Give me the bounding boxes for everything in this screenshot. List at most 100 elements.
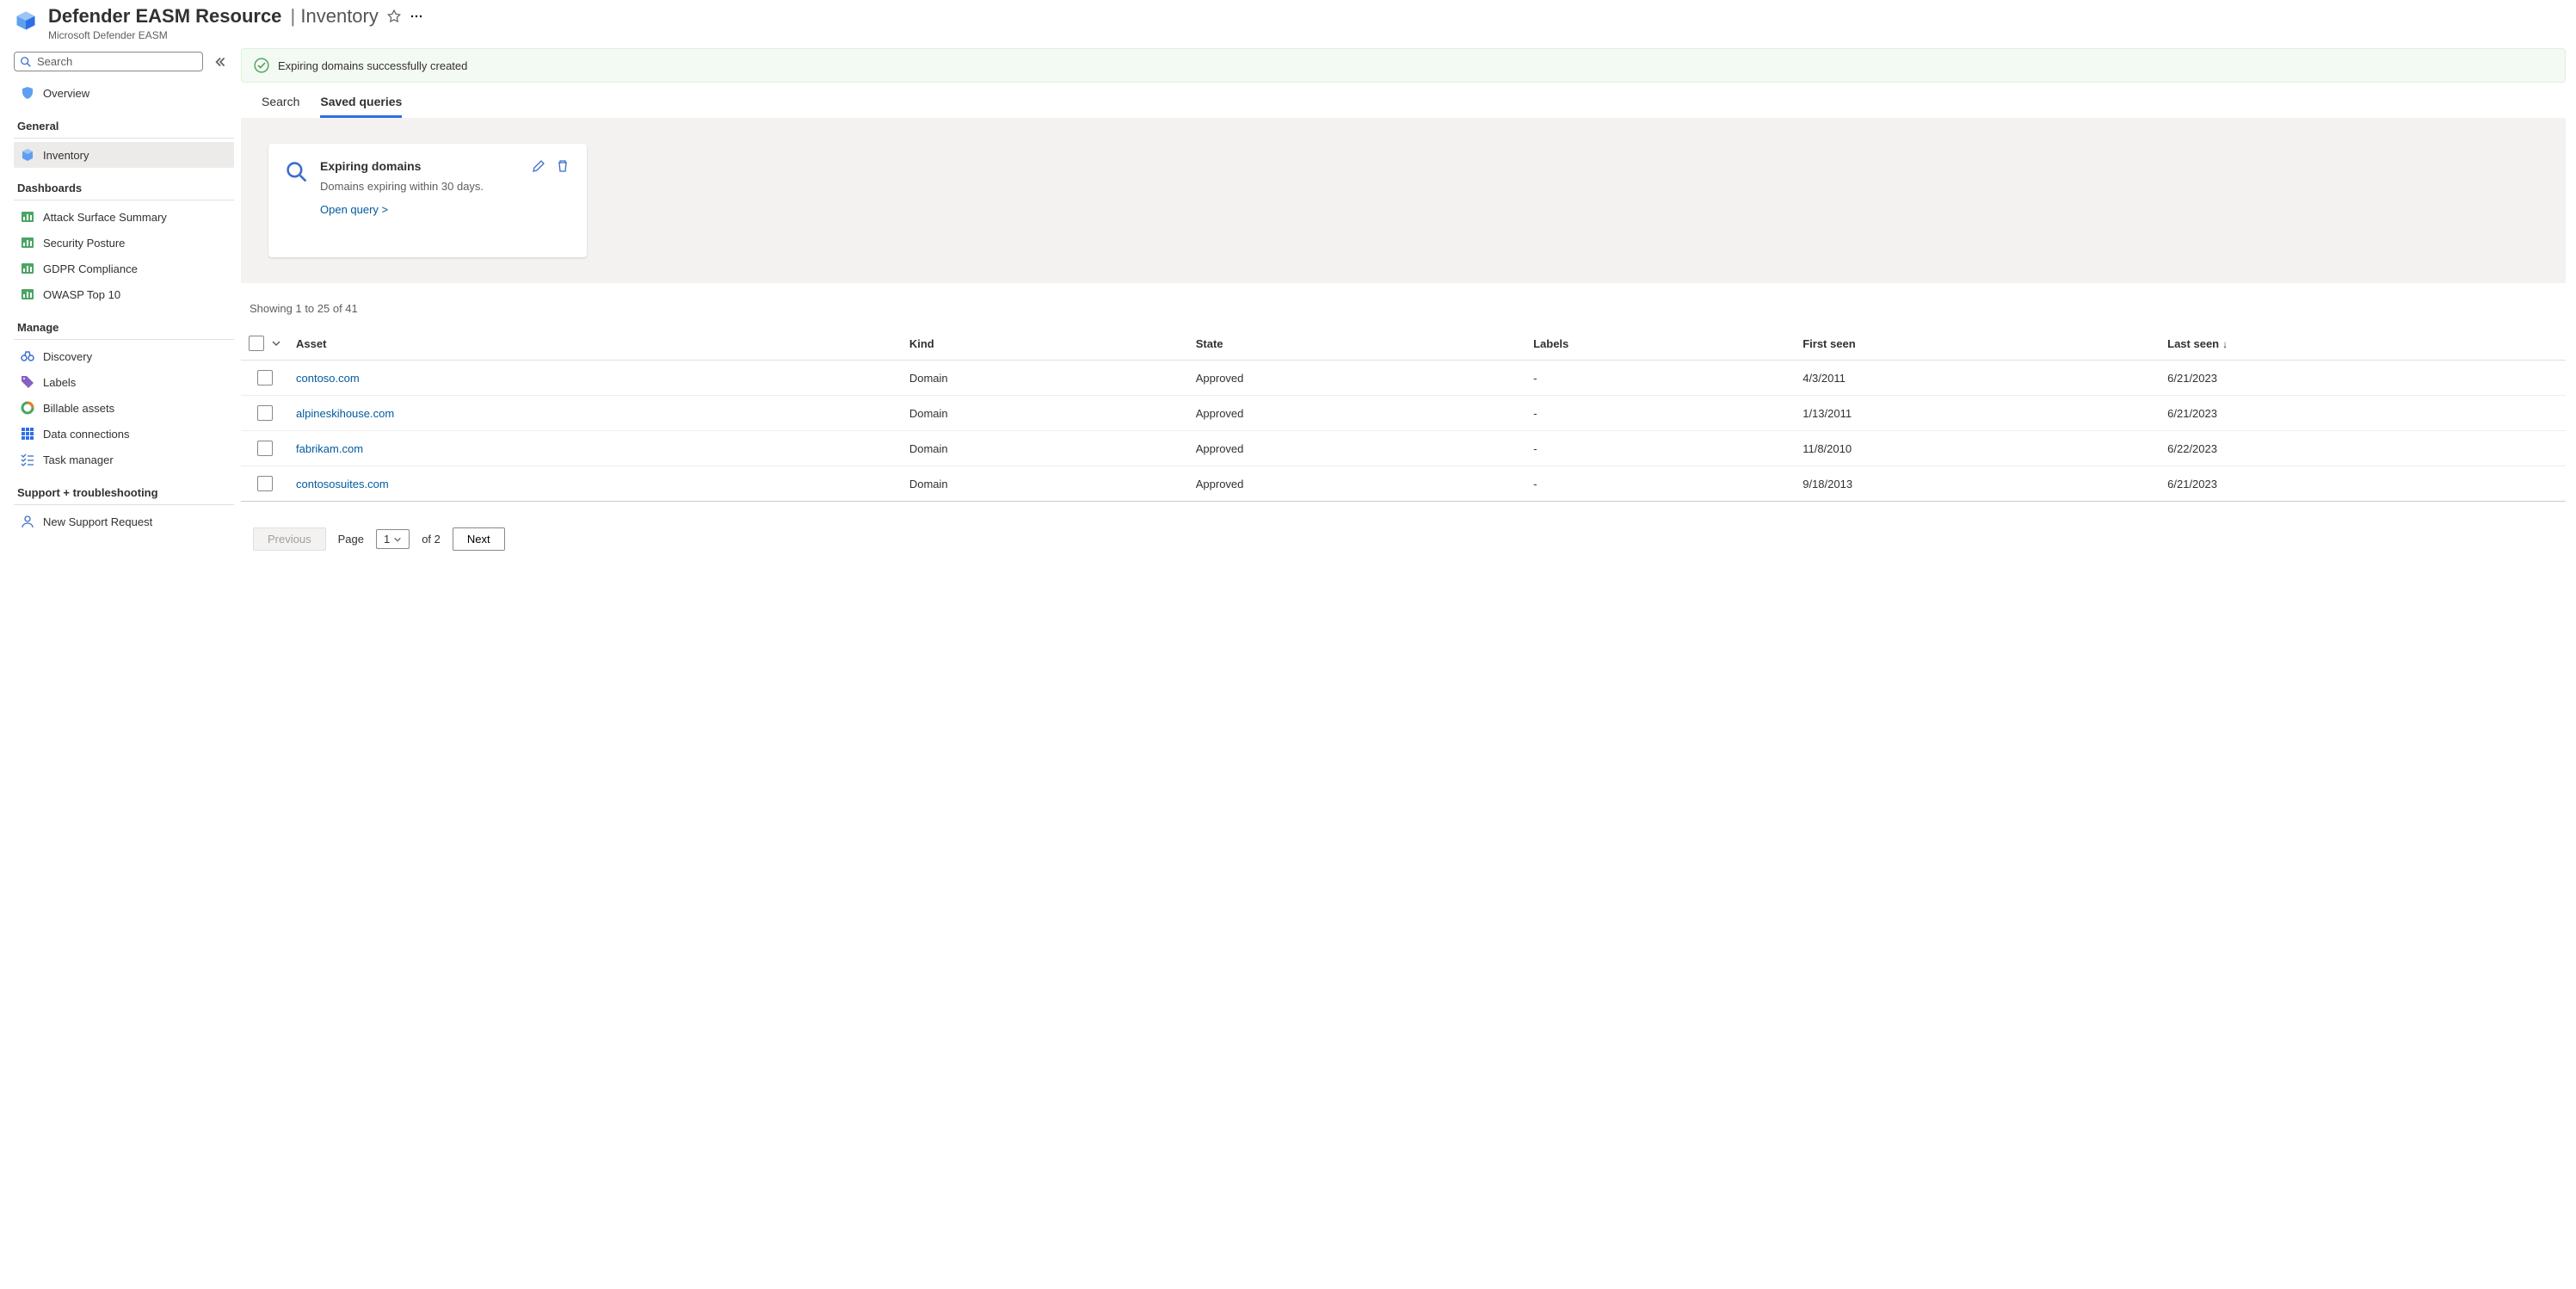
col-kind[interactable]: Kind (903, 327, 1189, 361)
row-checkbox[interactable] (257, 476, 273, 491)
sidebar-item-discovery[interactable]: Discovery (14, 343, 234, 369)
page-label: Page (338, 533, 364, 546)
page-select[interactable]: 1 (376, 529, 410, 549)
asset-link[interactable]: contososuites.com (296, 478, 389, 490)
chevron-down-icon[interactable] (271, 338, 281, 348)
col-asset[interactable]: Asset (289, 327, 903, 361)
search-icon (286, 161, 308, 183)
page-section: Inventory (300, 5, 379, 27)
saved-queries-panel: Expiring domains Domains expiring within… (241, 118, 2566, 283)
nav-label: Attack Surface Summary (43, 211, 167, 224)
nav-label: OWASP Top 10 (43, 288, 120, 301)
sidebar-item-overview[interactable]: Overview (14, 80, 234, 106)
sidebar: Overview General Inventory Dashboards At… (0, 48, 241, 577)
collapse-sidebar-icon[interactable] (212, 54, 227, 70)
list-check-icon (21, 453, 34, 466)
cell-last-seen: 6/22/2023 (2160, 431, 2566, 466)
nav-label: Inventory (43, 149, 89, 162)
tag-icon (21, 375, 34, 389)
nav-label: Labels (43, 376, 76, 389)
pager: Previous Page 1 of 2 Next (241, 502, 2566, 551)
nav-label: Billable assets (43, 402, 114, 415)
sidebar-item-attack-surface[interactable]: Attack Surface Summary (14, 204, 234, 230)
resource-subtitle: Microsoft Defender EASM (48, 29, 423, 41)
edit-pencil-icon[interactable] (532, 159, 545, 173)
cell-last-seen: 6/21/2023 (2160, 466, 2566, 502)
card-title: Expiring domains (320, 159, 421, 173)
col-labels[interactable]: Labels (1526, 327, 1796, 361)
shield-icon (21, 86, 34, 100)
row-checkbox[interactable] (257, 405, 273, 421)
chevron-down-icon (393, 535, 402, 544)
row-checkbox[interactable] (257, 441, 273, 456)
previous-button[interactable]: Previous (253, 527, 326, 551)
table-row: fabrikam.comDomainApproved-11/8/20106/22… (241, 431, 2566, 466)
cell-state: Approved (1189, 431, 1526, 466)
sidebar-item-gdpr[interactable]: GDPR Compliance (14, 256, 234, 281)
query-card-expiring-domains: Expiring domains Domains expiring within… (268, 144, 587, 257)
nav-label: New Support Request (43, 515, 152, 528)
nav-section-support: Support + troubleshooting (14, 478, 234, 505)
success-banner: Expiring domains successfully created (241, 48, 2566, 83)
chart-icon (21, 210, 34, 224)
tab-saved-queries[interactable]: Saved queries (320, 95, 402, 118)
cell-labels: - (1526, 396, 1796, 431)
sidebar-item-owasp[interactable]: OWASP Top 10 (14, 281, 234, 307)
sidebar-search-input[interactable] (37, 55, 197, 68)
delete-trash-icon[interactable] (556, 159, 570, 173)
sidebar-item-inventory[interactable]: Inventory (14, 142, 234, 168)
sidebar-item-labels[interactable]: Labels (14, 369, 234, 395)
success-check-icon (254, 58, 269, 73)
resource-icon (14, 9, 38, 33)
row-checkbox[interactable] (257, 370, 273, 385)
support-person-icon (21, 515, 34, 528)
table-row: alpineskihouse.comDomainApproved-1/13/20… (241, 396, 2566, 431)
chart-icon (21, 262, 34, 275)
nav-label: Discovery (43, 350, 92, 363)
inventory-table: Asset Kind State Labels First seen Last … (241, 327, 2566, 502)
cell-last-seen: 6/21/2023 (2160, 361, 2566, 396)
select-all-checkbox[interactable] (249, 336, 264, 351)
cell-state: Approved (1189, 466, 1526, 502)
col-state[interactable]: State (1189, 327, 1526, 361)
cube-icon (21, 148, 34, 162)
open-query-link[interactable]: Open query > (320, 203, 388, 216)
nav-label: Security Posture (43, 237, 125, 250)
cell-kind: Domain (903, 431, 1189, 466)
nav-section-dashboards: Dashboards (14, 173, 234, 200)
cell-last-seen: 6/21/2023 (2160, 396, 2566, 431)
cell-kind: Domain (903, 361, 1189, 396)
sidebar-item-task-manager[interactable]: Task manager (14, 447, 234, 472)
banner-text: Expiring domains successfully created (278, 59, 467, 72)
sidebar-search[interactable] (14, 52, 203, 71)
tab-search[interactable]: Search (262, 95, 299, 118)
sidebar-item-new-support[interactable]: New Support Request (14, 509, 234, 534)
sidebar-item-data-connections[interactable]: Data connections (14, 421, 234, 447)
cell-labels: - (1526, 431, 1796, 466)
grid-icon (21, 427, 34, 441)
asset-link[interactable]: contoso.com (296, 372, 360, 385)
nav-section-manage: Manage (14, 312, 234, 340)
asset-link[interactable]: alpineskihouse.com (296, 407, 394, 420)
tabs: Search Saved queries (241, 83, 2566, 118)
result-summary: Showing 1 to 25 of 41 (241, 283, 2566, 327)
cell-first-seen: 4/3/2011 (1796, 361, 2160, 396)
more-icon[interactable] (410, 9, 423, 23)
col-first-seen[interactable]: First seen (1796, 327, 2160, 361)
chart-icon (21, 236, 34, 250)
favorite-star-icon[interactable] (387, 9, 401, 23)
col-last-seen[interactable]: Last seen↓ (2160, 327, 2566, 361)
search-icon (20, 56, 32, 68)
cell-labels: - (1526, 466, 1796, 502)
next-button[interactable]: Next (453, 527, 505, 551)
asset-link[interactable]: fabrikam.com (296, 442, 363, 455)
cell-labels: - (1526, 361, 1796, 396)
sidebar-item-security-posture[interactable]: Security Posture (14, 230, 234, 256)
sidebar-item-billable[interactable]: Billable assets (14, 395, 234, 421)
table-row: contososuites.comDomainApproved-9/18/201… (241, 466, 2566, 502)
nav-label: Task manager (43, 453, 114, 466)
nav-label: GDPR Compliance (43, 262, 138, 275)
nav-section-general: General (14, 111, 234, 139)
chart-icon (21, 287, 34, 301)
table-row: contoso.comDomainApproved-4/3/20116/21/2… (241, 361, 2566, 396)
